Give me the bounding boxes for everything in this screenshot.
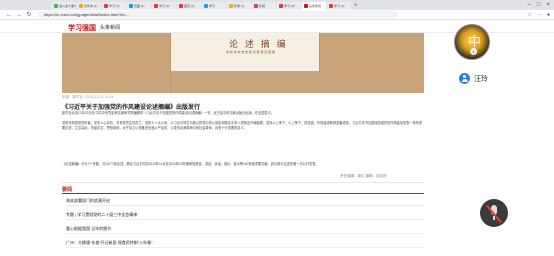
tab-label: 新闻 <box>259 4 266 8</box>
browser-tab[interactable]: 页面 (1) <box>127 2 151 10</box>
user-torso <box>461 79 468 82</box>
tab-label: 作者 (1) <box>234 4 245 8</box>
browser-toolbar: ← → ↻ https://m.xuexi.cn/lgpage/detail/i… <box>0 10 554 20</box>
tab-favicon-icon <box>79 4 83 8</box>
tab-favicon-icon <box>154 4 158 8</box>
tab-favicon-icon <box>179 4 183 8</box>
tab-favicon-icon <box>304 4 308 8</box>
article-paragraph-2: 党的作风是党的形象，关系人心向背，关系党的生死存亡。党的十八大以来，以习近平同志… <box>62 121 423 130</box>
article-paragraph-3: 《论述摘编》分为7个专题，共计277段论述，摘自习近平同志2012年11月至20… <box>62 162 319 166</box>
related-news-rule <box>62 193 424 194</box>
mic-muted-button[interactable] <box>480 199 508 227</box>
browser-tab[interactable]: 文件夹 (1) <box>77 2 101 10</box>
book-stripe <box>171 71 321 93</box>
tab-label: 页面 (1) <box>134 4 145 8</box>
browser-tab[interactable]: 首页 (1) <box>177 2 201 10</box>
tab-favicon-icon <box>129 4 133 8</box>
tab-label: 进入第十章/1 <box>59 4 76 8</box>
reload-icon[interactable]: ↻ <box>24 10 34 20</box>
user-icon[interactable] <box>459 73 470 84</box>
tab-label: 学习 (3) <box>284 4 295 8</box>
tab-label: 首页 (1) <box>184 4 195 8</box>
maximize-icon[interactable]: □ <box>537 1 541 9</box>
related-news-item[interactable]: 海关部署部门的浪潮开启 <box>66 196 424 206</box>
related-news-item[interactable]: 专题 | 学习贯彻党的二十届三中全会精神 <box>66 210 424 220</box>
tab-label: 学习 (1) <box>109 4 120 8</box>
browser-tab-strip: 进入第十章/1 文件夹 (1) 学习 (1) 页面 (1) 学习 (2) 首页 (1) 学习… <box>0 0 554 10</box>
address-bar[interactable]: https://m.xuexi.cn/lgpage/detail/index.h… <box>38 11 398 18</box>
tab-label: 学习 (4) <box>334 4 345 8</box>
book-subtitle: 中 共 中 央 党 史 和 文 献 研 究 院 编 <box>226 50 276 54</box>
tab-label: 学习 (2) <box>159 4 170 8</box>
browser-tab[interactable]: 学习 (1) <box>102 2 126 10</box>
article-headline: 《习近平关于加强党的作风建设论述摘编》出版发行 <box>62 105 201 111</box>
related-news-title: 要闻 <box>62 187 73 193</box>
browser-tab[interactable]: 学习 (2) <box>152 2 176 10</box>
browser-tab[interactable]: 头条新闻 <box>302 2 326 10</box>
forward-icon[interactable]: → <box>14 10 24 20</box>
divider <box>62 182 424 183</box>
tab-favicon-icon <box>254 4 258 8</box>
site-logo[interactable]: 学习强国 <box>68 23 96 33</box>
tab-label: 学习 <box>209 4 216 8</box>
related-news-item[interactable]: 广州：大柳塘“东坡”开迁新居 保食民特制“入伙餐” <box>66 238 424 248</box>
tab-label: 文件夹 (1) <box>84 4 98 8</box>
book-cover: 论 述 摘 编 中 共 中 央 党 史 和 文 献 研 究 院 编 <box>170 33 321 93</box>
related-news-item[interactable]: 重心根据我国 记牢的细节 <box>66 224 424 234</box>
browser-tab[interactable]: 学习 (4) <box>327 2 351 10</box>
section-name: 头条新闻 <box>100 25 121 31</box>
tab-favicon-icon <box>104 4 108 8</box>
browser-tab[interactable]: 学习 (3) <box>277 2 301 10</box>
article-editor: 责任编辑：周红 编辑：张佳林 <box>340 174 387 178</box>
tab-label: 头条新闻 <box>309 4 322 8</box>
back-icon[interactable]: ← <box>4 10 14 20</box>
url-text: https://m.xuexi.cn/lgpage/detail/index.h… <box>44 12 130 17</box>
new-tab-button[interactable]: + <box>354 2 358 10</box>
close-icon[interactable]: × <box>546 1 550 9</box>
article-paragraph-1: 新华社北京12月12日电 中共中央党史和文献研究院编辑的《习近平关于加强党的作风… <box>62 111 274 115</box>
tab-list: 进入第十章/1 文件夹 (1) 学习 (1) 页面 (1) 学习 (2) 首页 (1) 学习… <box>52 2 352 10</box>
tab-favicon-icon <box>204 4 208 8</box>
star-icon[interactable]: ☆ <box>527 12 531 18</box>
browser-tab[interactable]: 进入第十章/1 <box>52 2 76 10</box>
extensions-icon[interactable]: ⋯ <box>537 12 542 18</box>
minimize-icon[interactable]: – <box>528 1 531 9</box>
tab-favicon-icon <box>329 4 333 8</box>
tab-favicon-icon <box>54 4 58 8</box>
browser-tab[interactable]: 学习 <box>202 2 226 10</box>
browser-tab[interactable]: 作者 (1) <box>227 2 251 10</box>
book-title: 论 述 摘 编 <box>229 40 288 50</box>
article-meta: 来源：新华社 | 2024-12-12 10:04 <box>62 95 114 99</box>
notification-badge: 1 <box>470 48 477 55</box>
article-banner-image: 论 述 摘 编 中 共 中 央 党 史 和 文 献 研 究 院 编 <box>62 33 424 93</box>
logo-glyph: 中 <box>468 35 482 50</box>
browser-tab[interactable]: 新闻 <box>252 2 276 10</box>
tab-favicon-icon <box>279 4 283 8</box>
tab-favicon-icon <box>229 4 233 8</box>
profile-icon[interactable]: ● <box>547 12 550 18</box>
window-controls: – □ × <box>528 1 550 9</box>
user-name[interactable]: 汪玲 <box>474 74 488 84</box>
user-head <box>463 75 466 78</box>
